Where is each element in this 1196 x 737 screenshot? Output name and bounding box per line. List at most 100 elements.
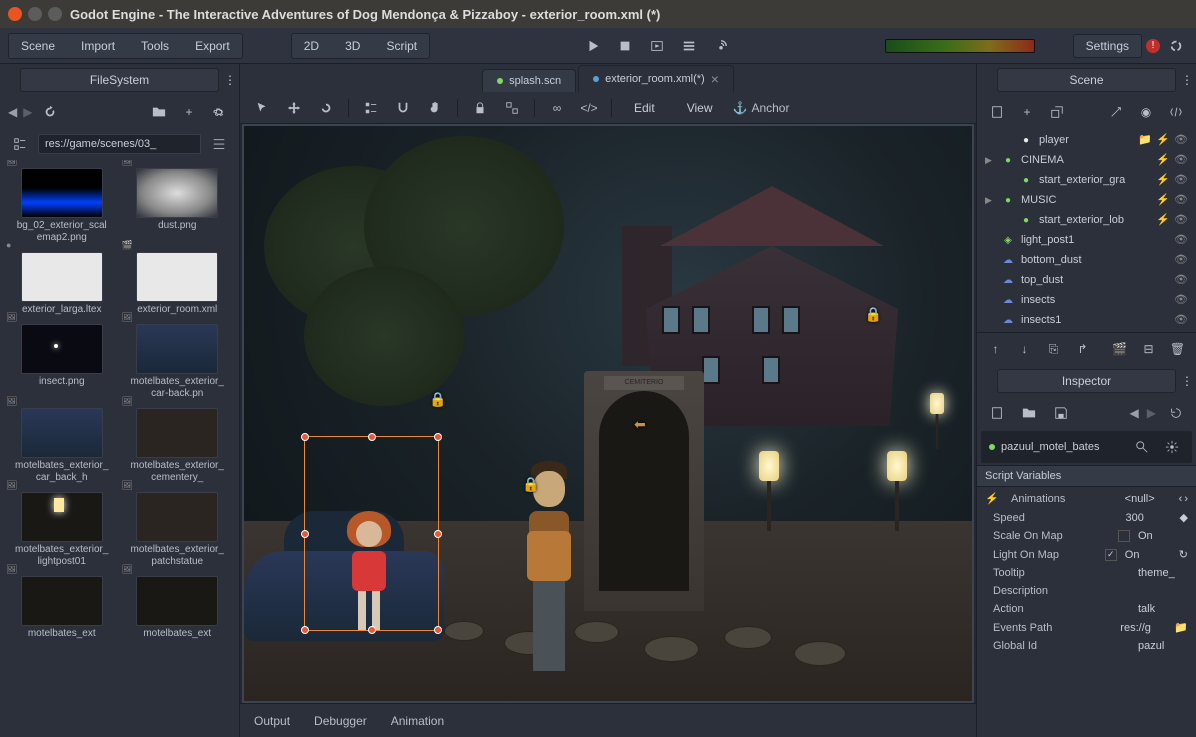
visibility-icon[interactable]: 👁 <box>1174 153 1188 167</box>
property-row[interactable]: Scale On MapOn <box>977 527 1196 545</box>
gear-icon[interactable] <box>1160 435 1184 459</box>
list-toggle-icon[interactable] <box>207 132 231 156</box>
file-item[interactable]: 🖼motelbates_exterior_cementery_ <box>122 406 234 486</box>
menu-export[interactable]: Export <box>183 34 242 58</box>
anchor-button[interactable]: ⚓ Anchor <box>732 101 789 115</box>
visibility-icon[interactable]: 👁 <box>1174 173 1188 187</box>
play-custom-button[interactable] <box>677 34 701 58</box>
remote-button[interactable] <box>709 34 733 58</box>
visibility-icon[interactable]: 👁 <box>1174 273 1188 287</box>
tree-node[interactable]: ▶●CINEMA⚡👁 <box>981 150 1192 170</box>
tree-node[interactable]: ☁insects👁 <box>981 290 1192 310</box>
property-row[interactable]: Tooltiptheme_ <box>977 564 1196 582</box>
menu-tools[interactable]: Tools <box>129 34 181 58</box>
duplicate-icon[interactable]: ⎘ <box>1043 337 1064 361</box>
connect-icon[interactable] <box>1104 100 1128 124</box>
filesystem-title[interactable]: FileSystem ⋮ <box>20 68 219 92</box>
mode-script-button[interactable]: Script <box>374 34 429 58</box>
tree-node[interactable]: ●start_exterior_lob⚡👁 <box>981 210 1192 230</box>
folder-icon[interactable] <box>147 100 171 124</box>
file-item[interactable]: 🖼dust.png <box>122 166 234 246</box>
instance-icon[interactable] <box>1045 100 1069 124</box>
property-row[interactable]: Global Idpazul <box>977 637 1196 655</box>
save-resource-icon[interactable] <box>1049 401 1073 425</box>
script-icon[interactable]: ⚡ <box>1156 173 1170 187</box>
history-forward-icon[interactable]: ▶ <box>1147 406 1156 420</box>
pan-tool-icon[interactable] <box>423 96 447 120</box>
code-tool-icon[interactable]: </> <box>577 96 601 120</box>
add-icon[interactable]: + <box>177 100 201 124</box>
property-row[interactable]: Light On MapOn↻ <box>977 545 1196 564</box>
file-item[interactable]: 🎬exterior_room.xml <box>122 250 234 318</box>
script-icon[interactable]: ⚡ <box>1156 133 1170 147</box>
menu-import[interactable]: Import <box>69 34 127 58</box>
tree-node[interactable]: ☁insects1👁 <box>981 310 1192 330</box>
file-item[interactable]: 🖼motelbates_exterior_car-back.pn <box>122 322 234 402</box>
viewport-edit-menu[interactable]: Edit <box>622 96 667 120</box>
property-row[interactable]: Events Pathres://g📁 <box>977 618 1196 637</box>
alert-icon[interactable]: ! <box>1146 39 1160 53</box>
nav-forward-icon[interactable]: ▶ <box>23 105 32 119</box>
play-button[interactable] <box>581 34 605 58</box>
selection-box[interactable] <box>304 436 439 631</box>
file-item[interactable]: 🖼motelbates_exterior_patchstatue <box>122 490 234 570</box>
window-maximize-button[interactable] <box>48 7 62 21</box>
property-row[interactable]: ⚡Animations<null>‹› <box>977 489 1196 508</box>
group-tool-icon[interactable] <box>500 96 524 120</box>
visibility-icon[interactable]: 👁 <box>1174 313 1188 327</box>
play-scene-button[interactable] <box>645 34 669 58</box>
filesystem-path-input[interactable] <box>38 134 201 154</box>
visibility-icon[interactable]: 👁 <box>1174 233 1188 247</box>
close-icon[interactable]: × <box>711 71 719 87</box>
history-icon[interactable] <box>1164 401 1188 425</box>
visibility-icon[interactable]: 👁 <box>1174 133 1188 147</box>
move-down-icon[interactable]: ↓ <box>1014 337 1035 361</box>
tree-node[interactable]: ●start_exterior_gra⚡👁 <box>981 170 1192 190</box>
script-icon[interactable] <box>1164 100 1188 124</box>
folder-icon[interactable]: 📁 <box>1138 133 1152 147</box>
file-item[interactable]: 🖼insect.png <box>6 322 118 402</box>
viewport-view-menu[interactable]: View <box>675 96 725 120</box>
select-tool-icon[interactable] <box>250 96 274 120</box>
move-tool-icon[interactable] <box>282 96 306 120</box>
chevron-down-icon[interactable]: ⋮ <box>1181 374 1193 388</box>
gear-icon[interactable] <box>207 100 231 124</box>
nav-back-icon[interactable]: ◀ <box>8 105 17 119</box>
groups-icon[interactable]: ◉ <box>1134 100 1158 124</box>
menu-scene[interactable]: Scene <box>9 34 67 58</box>
visibility-icon[interactable]: 👁 <box>1174 293 1188 307</box>
reparent-icon[interactable]: ↱ <box>1072 337 1093 361</box>
mode-2d-button[interactable]: 2D <box>292 34 331 58</box>
checkbox[interactable] <box>1118 530 1130 542</box>
settings-button[interactable]: Settings <box>1073 34 1142 58</box>
chevron-down-icon[interactable]: ⋮ <box>1181 73 1193 87</box>
scene-tab[interactable]: splash.scn <box>482 69 576 92</box>
window-minimize-button[interactable] <box>28 7 42 21</box>
file-item[interactable]: 🖼motelbates_ext <box>6 574 118 642</box>
visibility-icon[interactable]: 👁 <box>1174 253 1188 267</box>
chevron-down-icon[interactable]: ⋮ <box>224 73 236 87</box>
visibility-icon[interactable]: 👁 <box>1174 193 1188 207</box>
script-icon[interactable]: ⚡ <box>1156 193 1170 207</box>
reset-icon[interactable]: ↻ <box>1179 548 1188 561</box>
tree-node[interactable]: ▶●MUSIC⚡👁 <box>981 190 1192 210</box>
clear-icon[interactable]: ⊟ <box>1138 337 1159 361</box>
chevron-right-icon[interactable]: › <box>1184 493 1188 505</box>
viewport-2d[interactable]: CEMITERIO <box>242 124 974 703</box>
list-tool-icon[interactable] <box>359 96 383 120</box>
link-tool-icon[interactable]: ∞ <box>545 96 569 120</box>
tree-node[interactable]: ☁bottom_dust👁 <box>981 250 1192 270</box>
tree-toggle-icon[interactable] <box>8 132 32 156</box>
search-icon[interactable] <box>1130 435 1154 459</box>
scene-dock-title[interactable]: Scene ⋮ <box>997 68 1176 92</box>
add-node-icon[interactable]: + <box>1015 100 1039 124</box>
rotate-tool-icon[interactable] <box>314 96 338 120</box>
tree-node[interactable]: ◈light_post1👁 <box>981 230 1192 250</box>
file-item[interactable]: 🖼bg_02_exterior_scalemap2.png <box>6 166 118 246</box>
multi-edit-icon[interactable]: 🎬 <box>1109 337 1130 361</box>
stop-button[interactable] <box>613 34 637 58</box>
script-icon[interactable]: ⚡ <box>1156 153 1170 167</box>
checkbox[interactable] <box>1105 549 1117 561</box>
mode-3d-button[interactable]: 3D <box>333 34 372 58</box>
window-close-button[interactable] <box>8 7 22 21</box>
